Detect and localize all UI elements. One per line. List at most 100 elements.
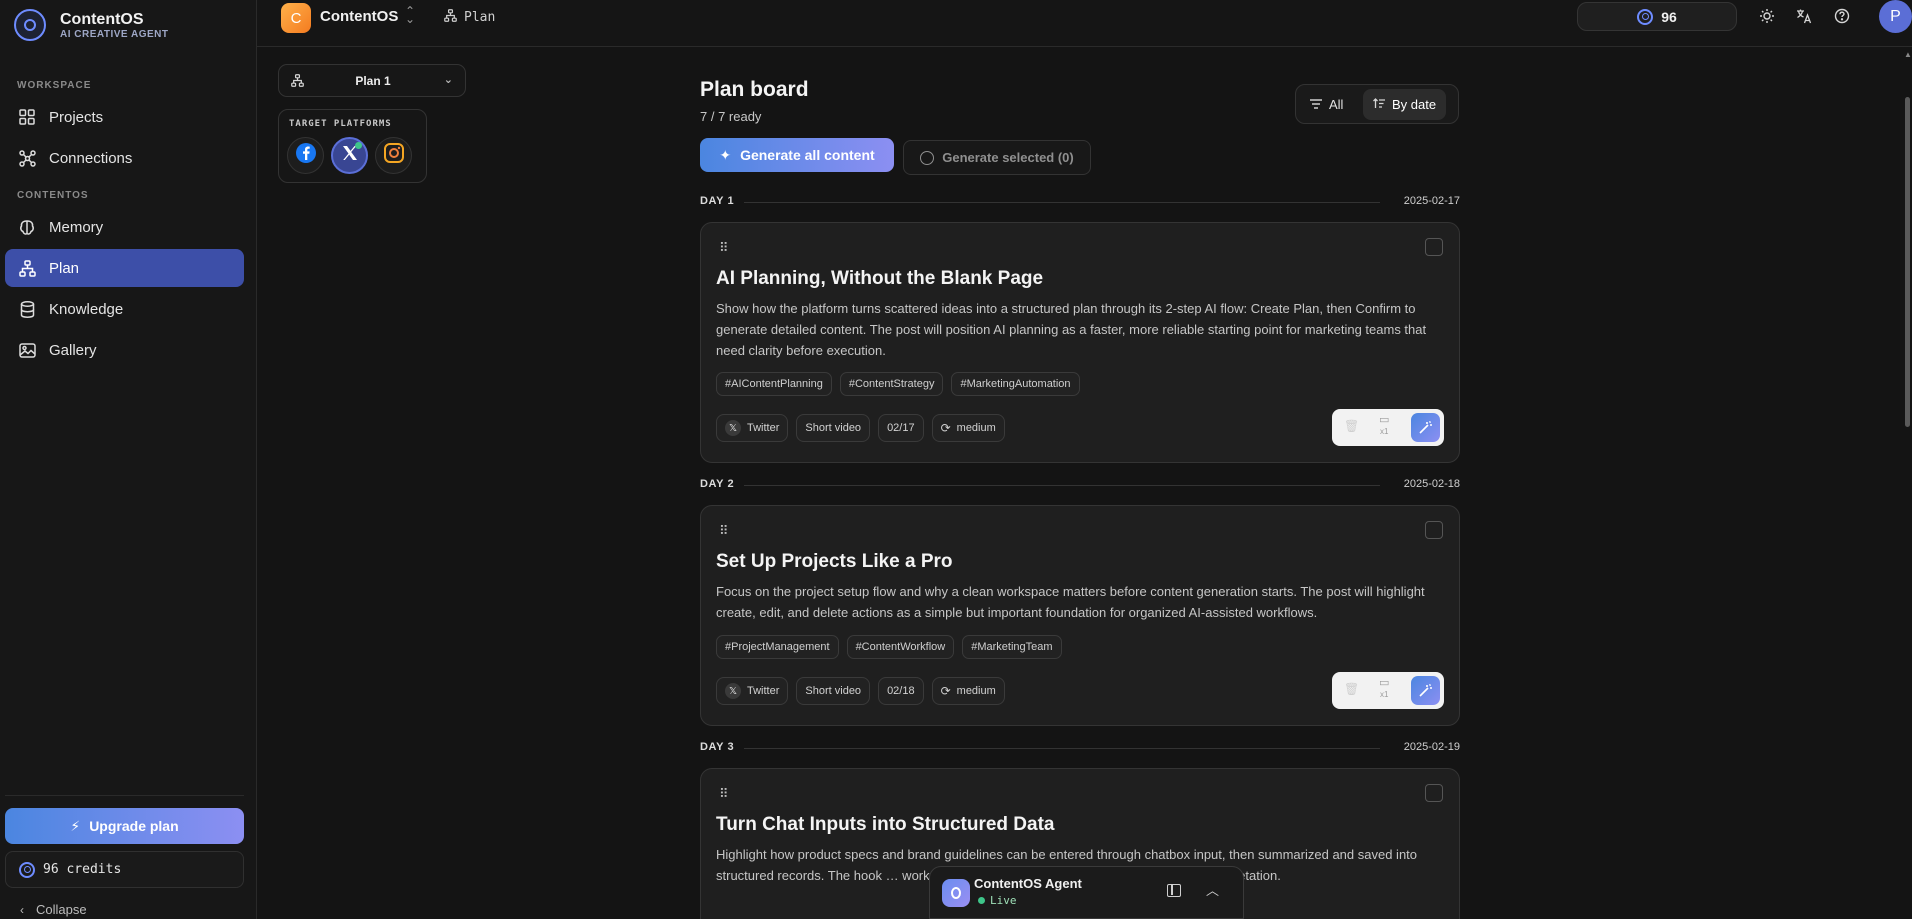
trash-icon[interactable]: 🗑 [1344, 682, 1359, 696]
x-logo-icon: 𝕏 [725, 683, 741, 699]
sidebar-item-knowledge[interactable]: Knowledge [5, 290, 244, 328]
project-name[interactable]: ContentOS [320, 8, 398, 25]
drag-handle-icon[interactable]: ⠿ [719, 240, 728, 256]
page-title: Plan board [700, 78, 809, 101]
filter-by-date-button[interactable]: By date [1363, 89, 1447, 120]
scrollbar-thumb[interactable] [1905, 97, 1910, 427]
select-checkbox[interactable] [1425, 238, 1443, 256]
platform-chip: 𝕏 Twitter [716, 677, 789, 705]
card-actions: 🗑 ▭ x1 [1332, 409, 1444, 446]
x-logo-icon: 𝕏 [725, 420, 741, 436]
plan-card[interactable]: ⠿ AI Planning, Without the Blank Page Sh… [700, 222, 1460, 463]
trash-icon[interactable]: 🗑 [1344, 419, 1359, 433]
generate-all-button[interactable]: ✦ Generate all content [700, 138, 894, 172]
sidebar-item-label: Memory [49, 218, 104, 236]
target-platforms-title: TARGET PLATFORMS [289, 119, 392, 129]
sidebar-item-plan[interactable]: Plan [5, 249, 244, 287]
user-avatar[interactable]: P [1879, 0, 1912, 33]
panel-toggle-icon[interactable] [1167, 884, 1181, 897]
collapse-button[interactable]: ‹ Collapse [20, 902, 87, 917]
agent-name: ContentOS Agent [974, 876, 1082, 891]
day-label: DAY 1 [700, 195, 735, 207]
sun-icon[interactable] [1757, 6, 1777, 26]
credits-pill[interactable]: 96 [1577, 2, 1737, 31]
plan-card[interactable]: ⠿ Set Up Projects Like a Pro Focus on th… [700, 505, 1460, 726]
sidebar-item-connections[interactable]: Connections [5, 139, 244, 177]
date-chip: 02/18 [878, 677, 924, 705]
card-title: Turn Chat Inputs into Structured Data [716, 814, 1055, 835]
platform-facebook-toggle[interactable] [287, 137, 324, 174]
filter-all-label: All [1329, 97, 1344, 112]
credits-box[interactable]: 96 credits [5, 851, 244, 888]
agent-bar[interactable]: ContentOS Agent Live ︿ [929, 866, 1244, 919]
platform-chip: 𝕏 Twitter [716, 414, 789, 442]
upgrade-label: Upgrade plan [89, 818, 179, 834]
database-icon [18, 300, 36, 318]
platform-x-toggle[interactable] [331, 137, 368, 174]
check-circle-icon [920, 150, 935, 165]
card-title: AI Planning, Without the Blank Page [716, 268, 1044, 289]
day-label: DAY 2 [700, 478, 735, 490]
drag-handle-icon[interactable]: ⠿ [719, 523, 728, 539]
filter-all-button[interactable]: All [1300, 89, 1353, 120]
sidebar-item-gallery[interactable]: Gallery [5, 331, 244, 369]
chevron-updown-icon[interactable]: ⌃ ⌄ [405, 5, 415, 25]
view-toggle: All By date [1295, 84, 1459, 124]
translate-icon[interactable] [1794, 6, 1814, 26]
sidebar-item-label: Knowledge [49, 300, 124, 318]
connections-icon [18, 149, 36, 167]
upgrade-plan-button[interactable]: ⚡ Upgrade plan [5, 808, 244, 844]
generate-wand-button[interactable] [1411, 676, 1440, 705]
image-icon [18, 341, 36, 359]
scrollbar[interactable]: ▲ [1904, 47, 1912, 919]
agent-logo-icon [942, 879, 970, 907]
help-icon[interactable] [1832, 6, 1852, 26]
day-label: DAY 3 [700, 741, 735, 753]
platform-instagram-toggle[interactable] [375, 137, 412, 174]
chevron-up-icon[interactable]: ︿ [1206, 880, 1219, 899]
hashtag: #AIContentPlanning [716, 372, 832, 396]
brand-name: ContentOS [60, 10, 144, 28]
meta-list: 𝕏 Twitter Short video 02/18 ⟳ medium [716, 677, 1005, 705]
generate-wand-button[interactable] [1411, 413, 1440, 442]
section-label-workspace: WORKSPACE [17, 80, 92, 91]
hashtag: #MarketingTeam [962, 635, 1062, 659]
sparkle-icon: ✦ [719, 146, 732, 163]
collapse-label: Collapse [36, 902, 87, 917]
project-avatar[interactable]: C [281, 3, 311, 33]
card-actions: 🗑 ▭ x1 [1332, 672, 1444, 709]
select-checkbox[interactable] [1425, 521, 1443, 539]
section-label-contentos: CONTENTOS [17, 190, 89, 201]
brand[interactable]: ContentOS AI CREATIVE AGENT [14, 9, 169, 41]
day-divider: DAY 1 2025-02-17 [700, 195, 1460, 211]
day-divider: DAY 2 2025-02-18 [700, 478, 1460, 494]
sort-icon [1373, 97, 1385, 112]
credits-icon [19, 861, 35, 878]
refresh-icon: ⟳ [940, 684, 951, 698]
monitor-icon[interactable]: ▭ x1 [1379, 678, 1389, 700]
grid-icon [18, 108, 36, 126]
breadcrumb[interactable]: Plan [444, 9, 495, 25]
credits-icon [1637, 8, 1654, 25]
drag-handle-icon[interactable]: ⠿ [719, 786, 728, 802]
credits-label: 96 credits [43, 862, 122, 877]
scroll-up-icon[interactable]: ▲ [1904, 50, 1912, 59]
sidebar-item-projects[interactable]: Projects [5, 98, 244, 136]
generate-selected-label: Generate selected (0) [942, 150, 1074, 165]
effort-chip: ⟳ medium [931, 414, 1005, 442]
plan-select[interactable]: Plan 1 ⌄ [278, 64, 466, 97]
brand-tagline: AI CREATIVE AGENT [60, 28, 169, 40]
target-platforms-panel: TARGET PLATFORMS [278, 109, 427, 183]
refresh-icon: ⟳ [940, 421, 951, 435]
sidebar-item-label: Gallery [49, 341, 97, 359]
sidebar: ContentOS AI CREATIVE AGENT WORKSPACE Pr… [0, 0, 257, 919]
meta-list: 𝕏 Twitter Short video 02/17 ⟳ medium [716, 414, 1005, 442]
monitor-icon[interactable]: ▭ x1 [1379, 415, 1389, 437]
tag-list: #ProjectManagement #ContentWorkflow #Mar… [716, 635, 1062, 659]
format-chip: Short video [796, 414, 871, 442]
sidebar-item-label: Projects [49, 108, 104, 126]
select-checkbox[interactable] [1425, 784, 1443, 802]
generate-selected-button[interactable]: Generate selected (0) [903, 140, 1091, 175]
sidebar-item-memory[interactable]: Memory [5, 208, 244, 246]
generate-all-label: Generate all content [740, 147, 875, 163]
